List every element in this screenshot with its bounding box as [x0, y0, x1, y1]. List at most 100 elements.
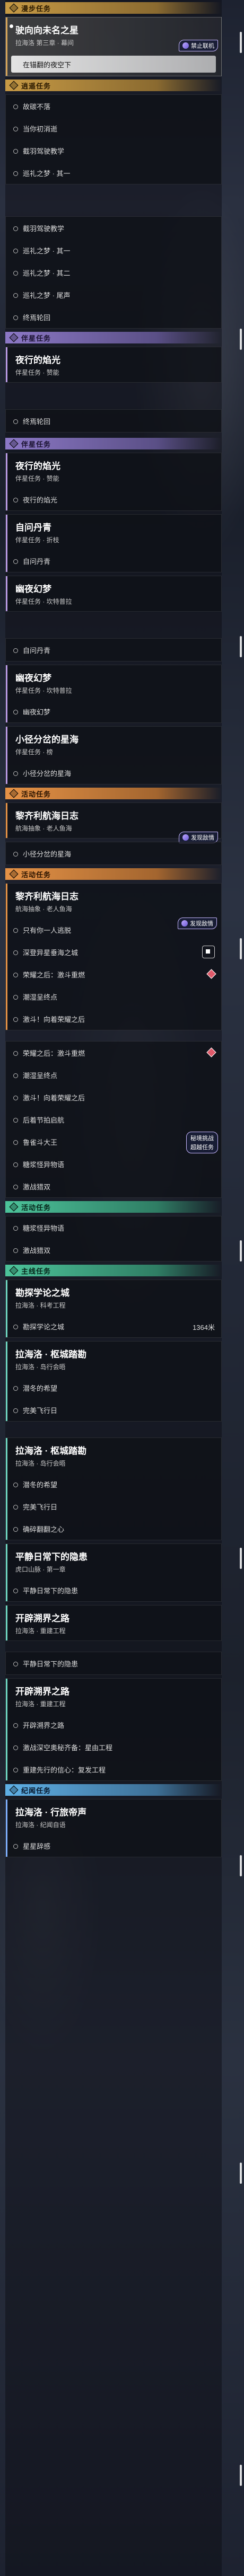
- list-item[interactable]: 当你初消逝: [6, 117, 221, 139]
- list-item[interactable]: 激战深空奥秘齐备：星由工程: [6, 1736, 221, 1758]
- section-header-companion-quests: 伴星任务: [5, 438, 222, 449]
- list-item[interactable]: 巡礼之梦 · 其一: [6, 239, 221, 261]
- scroll-thumb[interactable]: [240, 1855, 242, 1876]
- scroll-thumb[interactable]: [240, 2465, 242, 2486]
- quest-title: 拉海洛 · 行旅帝声: [15, 1807, 87, 1818]
- list-item[interactable]: 终焉轮回: [6, 410, 221, 432]
- list-item[interactable]: 潜冬的希望: [6, 1473, 221, 1495]
- list-item[interactable]: 完美飞行日: [6, 1495, 221, 1518]
- tracked-step[interactable]: 在锚翻的夜空下: [9, 24, 216, 73]
- quest-subtitle: 伴星任务 · 坎特普拉: [15, 687, 72, 694]
- list-item[interactable]: 星星辞感: [6, 1834, 221, 1857]
- quest-title: 开辟溯界之路: [15, 1613, 69, 1624]
- quest-title: 勘探学论之城: [15, 1288, 69, 1298]
- quest-card[interactable]: 勘探学论之城 拉海洛 · 科考工程 勘探学论之城 1364米: [5, 1280, 222, 1338]
- quest-card[interactable]: 自问丹青 伴星任务 · 折枝 自问丹青: [5, 514, 222, 572]
- list-item[interactable]: 巡礼之梦 · 其二: [6, 261, 221, 284]
- quest-subtitle: 虎口山脉 · 第一章: [15, 1566, 66, 1573]
- quest-list[interactable]: 漫步任务 驶向向未名之星 拉海洛 第三章 · 幕间 在锚翻的夜空下 禁止联机 逍遥…: [5, 2, 222, 1860]
- quest-subtitle: 拉海洛 · 岛行会晤: [15, 1460, 66, 1467]
- step-list[interactable]: 终焉轮回: [5, 409, 222, 433]
- list-item[interactable]: 荣耀之后：激斗重燃: [6, 963, 221, 985]
- quest-title: 黎齐利航海日志: [15, 892, 79, 902]
- list-item[interactable]: 潮湿呈终点: [6, 985, 221, 1008]
- list-item[interactable]: 糖浆怪异物语: [6, 1153, 221, 1175]
- list-item[interactable]: 开辟溯界之路: [6, 1714, 221, 1736]
- quest-card[interactable]: 幽夜幻梦 伴星任务 · 坎特普拉: [5, 576, 222, 612]
- list-item[interactable]: 巡礼之梦 · 其一: [6, 162, 221, 184]
- quest-card[interactable]: 小径分岔的星海 伴星任务 · 榜 小径分岔的星海: [5, 726, 222, 784]
- quest-card[interactable]: 幽夜幻梦 伴星任务 · 坎特普拉 幽夜幻梦: [5, 665, 222, 723]
- scroll-thumb[interactable]: [240, 1548, 242, 1569]
- list-item[interactable]: 夜行的焰光: [6, 488, 221, 510]
- diamond-icon: [9, 333, 19, 342]
- quest-card[interactable]: 拉海洛 · 枢城踏勘 拉海洛 · 岛行会晤 潜冬的希望 完美飞行日 确碎翻翻之心: [5, 1437, 222, 1540]
- quest-card[interactable]: 平静日常下的隐患 虎口山脉 · 第一章 平静日常下的隐患: [5, 1543, 222, 1602]
- list-item[interactable]: 后着节拍启航: [6, 1108, 221, 1131]
- list-item[interactable]: 自问丹青: [6, 639, 221, 661]
- quest-card[interactable]: 开辟溯界之路 拉海洛 · 重建工程 开辟溯界之路 激战深空奥秘齐备：星由工程 重建…: [5, 1678, 222, 1781]
- quest-subtitle: 拉海洛 · 重建工程: [15, 1627, 66, 1635]
- list-item[interactable]: 确碎翻翻之心: [6, 1518, 221, 1540]
- step-list[interactable]: 糖浆怪异物语 激战猎双: [5, 1216, 222, 1261]
- list-item[interactable]: 截羽驾驶教学: [6, 217, 221, 239]
- list-item[interactable]: 平静日常下的隐患: [6, 1579, 221, 1601]
- list-item[interactable]: 小径分岔的星海: [6, 762, 221, 784]
- list-item[interactable]: 自问丹青: [6, 550, 221, 572]
- step-list[interactable]: 平静日常下的隐患: [5, 1652, 222, 1675]
- event-badge: 秘境挑战 超越任务: [186, 1132, 218, 1153]
- scrollbar[interactable]: [239, 0, 242, 2576]
- list-item[interactable]: 鲁雀斗大王 秘境挑战 超越任务: [6, 1131, 221, 1153]
- scroll-thumb[interactable]: [240, 2163, 242, 2184]
- step-list[interactable]: 荣耀之后：激斗重燃 潮湿呈终点 激斗！向着荣耀之后 后着节拍启航 鲁雀斗大王 秘境…: [5, 1041, 222, 1198]
- quest-card[interactable]: 拉海洛 · 枢城踏勘 拉海洛 · 岛行会晤 潜冬的希望 完美飞行日: [5, 1341, 222, 1422]
- quest-card[interactable]: 驶向向未名之星 拉海洛 第三章 · 幕间 在锚翻的夜空下 禁止联机: [5, 17, 222, 76]
- scroll-thumb[interactable]: [240, 32, 242, 53]
- list-item[interactable]: 截羽驾驶教学: [6, 139, 221, 162]
- list-item[interactable]: 重建先行的信心：复发工程: [6, 1758, 221, 1780]
- list-item[interactable]: 荣耀之后：激斗重燃: [6, 1042, 221, 1064]
- step-list[interactable]: 自问丹青: [5, 638, 222, 661]
- track-toggle[interactable]: [202, 946, 215, 958]
- quest-subtitle: 伴星任务 · 折枝: [15, 536, 59, 544]
- list-item[interactable]: 潜冬的希望: [6, 1377, 221, 1399]
- step-list[interactable]: 小径分岔的星海: [5, 842, 222, 865]
- list-item[interactable]: 平静日常下的隐患: [6, 1652, 221, 1674]
- quest-card[interactable]: 黎齐利航海日志 航海抽象 · 老人鱼海 只有你一人逃脱 发现敌情 深登异星垂海之城 …: [5, 883, 222, 1030]
- section-header-activity: 活动任务: [5, 868, 222, 880]
- quest-title: 幽夜幻梦: [15, 584, 51, 594]
- quest-card[interactable]: 开辟溯界之路 拉海洛 · 重建工程: [5, 1605, 222, 1641]
- list-item[interactable]: 小径分岔的星海: [6, 842, 221, 864]
- list-item[interactable]: 糖浆怪异物语: [6, 1216, 221, 1239]
- scroll-thumb[interactable]: [240, 329, 242, 350]
- quest-card[interactable]: 夜行的焰光 伴星任务 · 赞能 夜行的焰光: [5, 453, 222, 511]
- list-item[interactable]: 幽夜幻梦: [6, 700, 221, 722]
- list-item[interactable]: 只有你一人逃脱 发现敌情: [6, 918, 221, 941]
- section-header-main: 主线任务: [5, 1265, 222, 1276]
- diamond-icon: [9, 1785, 19, 1795]
- list-item[interactable]: 激战猎双: [6, 1239, 221, 1261]
- list-item[interactable]: 完美飞行日: [6, 1399, 221, 1421]
- quest-title: 幽夜幻梦: [15, 673, 51, 683]
- scroll-thumb[interactable]: [240, 1240, 242, 1261]
- quest-card[interactable]: 拉海洛 · 行旅帝声 拉海洛 · 纪闻自语 星星辞感: [5, 1799, 222, 1857]
- list-item[interactable]: 激斗！向着荣耀之后: [6, 1008, 221, 1030]
- step-list[interactable]: 故碳不落 当你初消逝 截羽驾驶教学 巡礼之梦 · 其一: [5, 94, 222, 184]
- list-item[interactable]: 巡礼之梦 · 尾声: [6, 284, 221, 306]
- quest-title: 小径分岔的星海: [15, 735, 79, 745]
- scroll-thumb[interactable]: [240, 636, 242, 657]
- step-list[interactable]: 截羽驾驶教学 巡礼之梦 · 其一 巡礼之梦 · 其二 巡礼之梦 · 尾声 终焉轮…: [5, 216, 222, 329]
- list-item[interactable]: 激战猎双: [6, 1175, 221, 1197]
- list-item[interactable]: 深登异星垂海之城: [6, 941, 221, 963]
- quest-card[interactable]: 黎齐利航海日志 航海抽象 · 老人鱼海 发现敌情: [5, 802, 222, 843]
- coop-lock-icon: [182, 42, 189, 49]
- list-item[interactable]: 勘探学论之城 1364米: [6, 1315, 221, 1337]
- quest-card[interactable]: 夜行的焰光 伴星任务 · 赞能: [5, 347, 222, 383]
- diamond-icon: [9, 1202, 19, 1212]
- list-item[interactable]: 激斗！向着荣耀之后: [6, 1086, 221, 1108]
- list-item[interactable]: 终焉轮回: [6, 306, 221, 328]
- list-item[interactable]: 潮湿呈终点: [6, 1064, 221, 1086]
- quest-title: 开辟溯界之路: [15, 1687, 69, 1697]
- list-item[interactable]: 故碳不落: [6, 95, 221, 117]
- scroll-thumb[interactable]: [240, 938, 242, 959]
